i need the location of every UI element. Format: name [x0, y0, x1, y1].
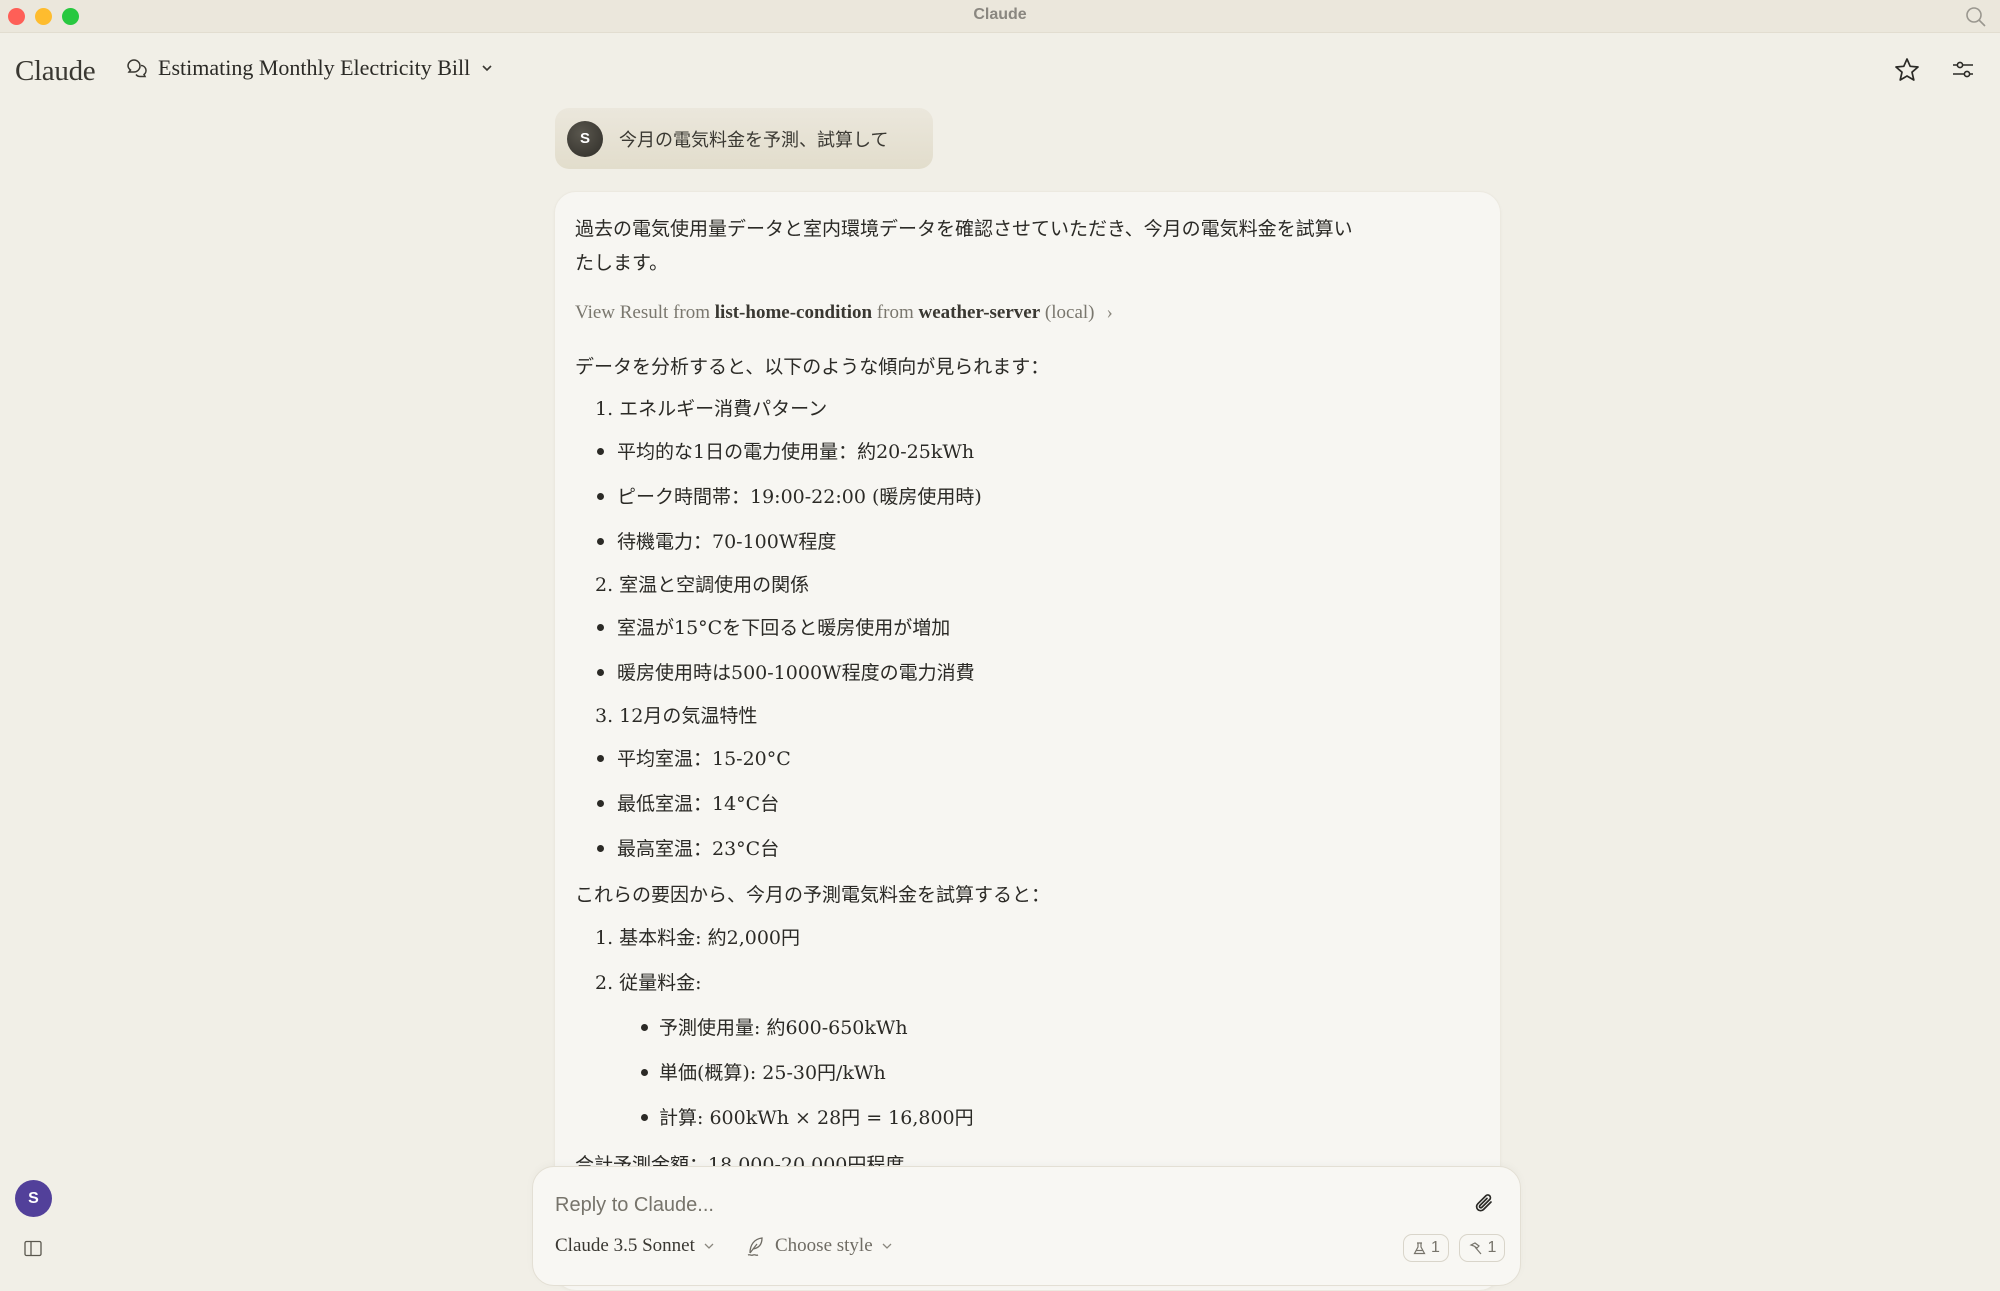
- list-item: 予測使用量: 約600-650kWh: [659, 1017, 908, 1039]
- tools-count: 1: [1487, 1239, 1497, 1256]
- chevron-down-icon: [704, 1243, 714, 1249]
- style-label: Choose style: [775, 1235, 873, 1256]
- bullet-icon: [641, 1024, 648, 1031]
- user-message-text: 今月の電気料金を予測、試算して: [619, 129, 889, 151]
- list-item: 最高室温：23°C台: [617, 838, 780, 860]
- list-item: 平均室温：15-20°C: [617, 748, 791, 770]
- claude-logo[interactable]: Claude: [15, 55, 96, 88]
- reply-input[interactable]: [555, 1189, 1435, 1221]
- paperclip-icon[interactable]: [1472, 1191, 1498, 1217]
- tool-result-middle: from: [872, 302, 919, 323]
- bullet-icon: [597, 448, 604, 455]
- list-item: 暖房使用時は500-1000W程度の電力消費: [617, 662, 975, 684]
- window-title: Claude: [973, 6, 1027, 23]
- bullet-icon: [597, 669, 604, 676]
- chevron-right-icon: ›: [1106, 302, 1113, 323]
- list-item: 計算: 600kWh × 28円 = 16,800円: [659, 1107, 974, 1129]
- tool-result-prefix: View Result from: [575, 302, 715, 323]
- bullet-icon: [641, 1069, 648, 1076]
- list-item: 室温が15°Cを下回ると暖房使用が増加: [617, 617, 951, 639]
- section-heading: 3. 12月の気温特性: [595, 705, 758, 727]
- lab-features-button[interactable]: 1: [1403, 1234, 1449, 1262]
- sliders-icon[interactable]: [1948, 55, 1978, 85]
- view-tool-result-link[interactable]: View Result from list-home-condition fro…: [575, 302, 1113, 324]
- bullet-icon: [597, 845, 604, 852]
- bullet-icon: [597, 493, 604, 500]
- list-item: 平均的な1日の電力使用量：約20-25kWh: [617, 441, 975, 463]
- intro-text-line-1: 過去の電気使用量データと室内環境データを確認させていただき、今月の電気料金を試算…: [575, 218, 1353, 240]
- server-name: weather-server: [918, 302, 1041, 323]
- account-avatar[interactable]: S: [15, 1180, 52, 1217]
- feather-pen-icon: [747, 1237, 763, 1256]
- conversation-title-menu[interactable]: Estimating Monthly Electricity Bill: [124, 55, 494, 81]
- lab-count: 1: [1431, 1239, 1440, 1256]
- user-message: S 今月の電気料金を予測、試算して: [555, 108, 933, 169]
- user-avatar: S: [567, 120, 603, 157]
- bullet-icon: [597, 755, 604, 762]
- style-selector[interactable]: Choose style: [745, 1235, 893, 1257]
- chevron-down-icon: [482, 65, 492, 72]
- model-name: Claude 3.5 Sonnet: [555, 1235, 695, 1256]
- list-item: 最低室温：14°C台: [617, 793, 780, 815]
- flask-icon: [1413, 1241, 1426, 1254]
- app-header: Claude Estimating Monthly Electricity Bi…: [0, 33, 2000, 109]
- tool-name: list-home-condition: [714, 302, 873, 323]
- chat-bubbles-icon: [127, 59, 147, 78]
- hammer-icon: [1468, 1241, 1482, 1254]
- list-item: 待機電力：70-100W程度: [617, 531, 837, 553]
- intro-text-line-2: たします。: [575, 252, 669, 274]
- estimate-item: 1. 基本料金: 約2,000円: [595, 927, 801, 949]
- model-selector[interactable]: Claude 3.5 Sonnet: [555, 1235, 715, 1257]
- estimate-intro: これらの要因から、今月の予測電気料金を試算すると：: [575, 884, 1051, 906]
- bullet-icon: [597, 624, 604, 631]
- list-item: 単価(概算): 25-30円/kWh: [659, 1062, 886, 1084]
- analysis-intro: データを分析すると、以下のような傾向が見られます：: [575, 356, 1050, 378]
- section-heading: 1. エネルギー消費パターン: [595, 398, 828, 420]
- bullet-icon: [641, 1114, 648, 1121]
- star-icon[interactable]: [1892, 55, 1922, 85]
- sidebar-toggle-icon[interactable]: [24, 1240, 42, 1257]
- bullet-icon: [597, 538, 604, 545]
- conversation-title: Estimating Monthly Electricity Bill: [158, 55, 471, 80]
- tools-button[interactable]: 1: [1459, 1234, 1505, 1262]
- assistant-message: 過去の電気使用量データと室内環境データを確認させていただき、今月の電気料金を試算…: [554, 191, 1501, 1291]
- estimate-item: 2. 従量料金:: [595, 972, 702, 994]
- section-heading: 2. 室温と空調使用の関係: [595, 574, 810, 596]
- window-titlebar: Claude: [0, 0, 2000, 33]
- search-icon[interactable]: [1964, 5, 1988, 29]
- bullet-icon: [597, 800, 604, 807]
- chevron-down-icon: [882, 1243, 892, 1249]
- tool-result-suffix: (local): [1040, 302, 1095, 323]
- list-item: ピーク時間帯：19:00-22:00 (暖房使用時): [617, 486, 982, 508]
- composer: Claude 3.5 Sonnet Choose style 1 1: [532, 1166, 1521, 1286]
